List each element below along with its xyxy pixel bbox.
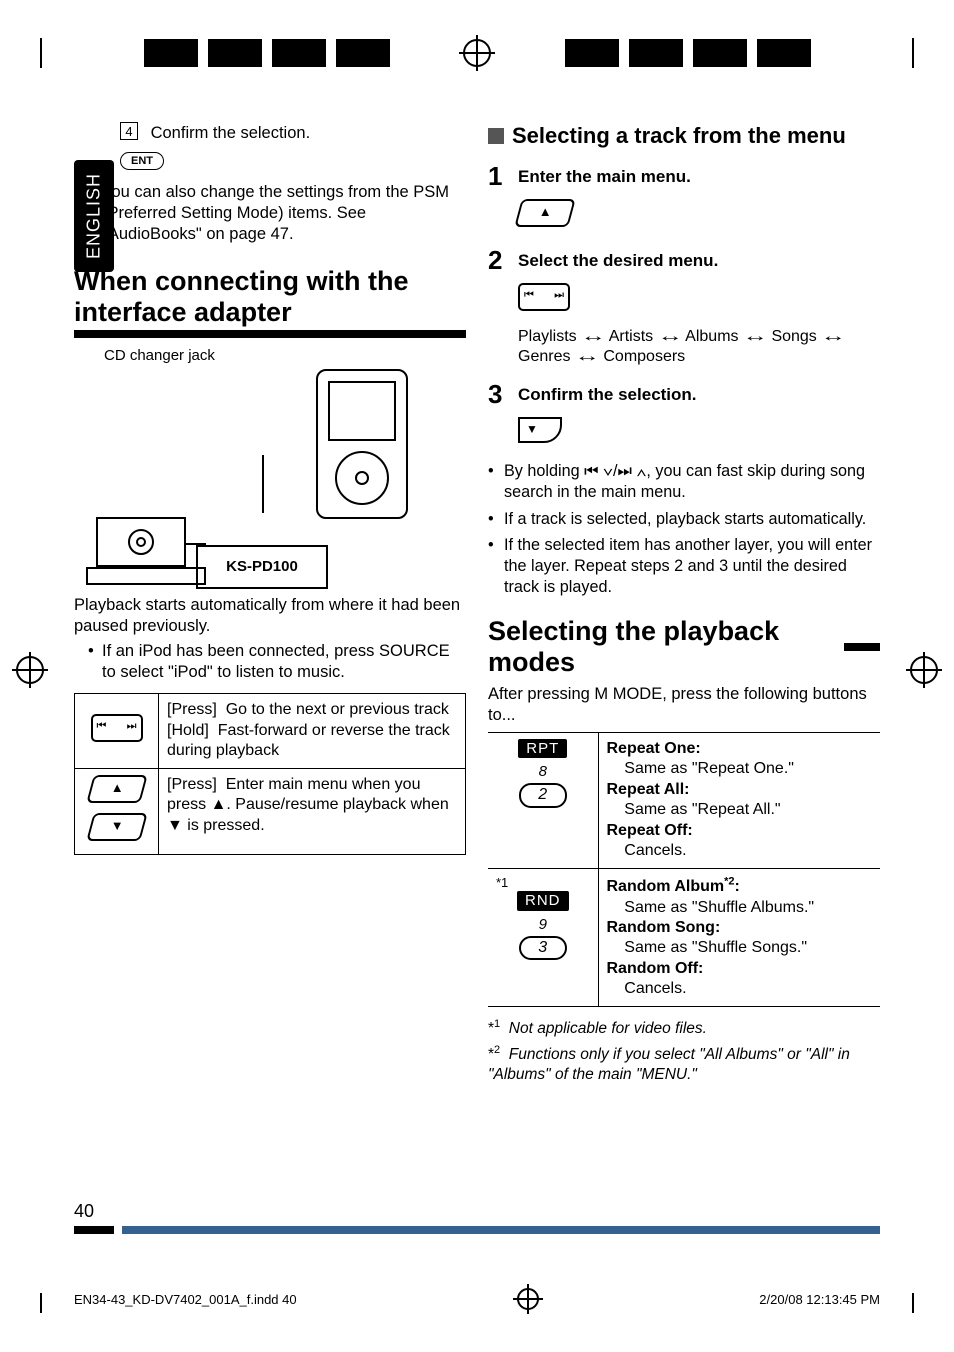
ent-button-graphic: ENT	[120, 152, 164, 170]
note-auto-play: If a track is selected, playback starts …	[488, 509, 880, 530]
crop-marks-bottom	[0, 1298, 954, 1308]
footnotes: *1 Not applicable for video files. *2 Fu…	[488, 1017, 880, 1085]
mode-line-title: Repeat One:	[607, 740, 701, 757]
diagram-label: CD changer jack	[104, 346, 466, 365]
up-button-icon	[514, 199, 576, 227]
mode-line-title: Random Song:	[607, 919, 721, 936]
section-bullet-icon	[488, 128, 504, 144]
modes-table: RPT 8 2 Repeat One: Same as "Repeat One.…	[488, 732, 880, 1007]
color-blocks-right	[565, 39, 811, 67]
step-number: 3	[488, 378, 508, 411]
rocker-button-icon	[518, 283, 570, 311]
head-unit-icon	[86, 511, 206, 585]
rnd-label: RND	[517, 891, 569, 910]
action-key: [Press]	[167, 701, 217, 718]
registration-mark-right	[910, 656, 938, 684]
step-text: Select the desired menu.	[518, 250, 718, 272]
table-row: [Press] Go to the next or previous track…	[75, 694, 466, 768]
heading-bar	[844, 643, 880, 651]
playback-auto-text: Playback starts automatically from where…	[74, 595, 466, 637]
ipod-source-note: If an iPod has been connected, press SOU…	[88, 641, 466, 683]
footnote-1: Not applicable for video files.	[509, 1020, 707, 1037]
mode-line-text: Same as "Shuffle Albums."	[624, 899, 814, 916]
mode-sup: *1	[496, 875, 590, 892]
registration-mark-left	[16, 656, 44, 684]
step-number: 2	[488, 244, 508, 277]
menu-cycle: Playlists ↔ Artists ↔ Albums ↔ Songs ↔ G…	[518, 327, 880, 368]
mode-line-title: Random Album*2:	[607, 878, 740, 895]
playback-modes-intro: After pressing M MODE, press the followi…	[488, 684, 880, 726]
crop-marks-top	[0, 36, 954, 70]
rocker-button-icon	[91, 714, 143, 742]
mode-line-text: Cancels.	[624, 842, 686, 859]
ipod-icon	[316, 369, 408, 519]
num-button-icon: 2	[519, 783, 567, 807]
mode-line-text: Same as "Shuffle Songs."	[624, 939, 807, 956]
down-button-icon	[86, 813, 148, 841]
down-button-icon	[518, 417, 562, 443]
psm-note: You can also change the settings from th…	[88, 182, 466, 245]
table-row: RPT 8 2 Repeat One: Same as "Repeat One.…	[488, 732, 880, 868]
heading-interface-adapter: When connecting with the interface adapt…	[74, 266, 466, 328]
page-number: 40	[74, 1201, 94, 1221]
action-key: [Press]	[167, 776, 217, 793]
registration-mark	[463, 39, 491, 67]
step-4-text: Confirm the selection.	[151, 124, 311, 142]
action-text: Fast-forward or reverse the track during…	[167, 722, 450, 759]
mode-line-title: Repeat All:	[607, 781, 690, 798]
control-table: [Press] Go to the next or previous track…	[74, 693, 466, 854]
mode-line-text: Same as "Repeat All."	[624, 801, 780, 818]
mode-line-text: Cancels.	[624, 980, 686, 997]
up-button-icon	[86, 775, 148, 803]
heading-playback-modes: Selecting the playback modes	[488, 616, 836, 678]
page-footer: 40	[74, 1201, 880, 1234]
step-text: Enter the main menu.	[518, 166, 691, 188]
step-number: 1	[488, 160, 508, 193]
note-fast-skip: By holding ⏮ ∨/⏭ ∧, you can fast skip du…	[488, 461, 880, 502]
step-4: 4 Confirm the selection.	[120, 122, 466, 144]
action-text: Go to the next or previous track	[226, 701, 449, 718]
crop-tick	[912, 38, 914, 68]
footnote-2: Functions only if you select "All Albums…	[488, 1046, 850, 1083]
connection-diagram: KS-PD100	[84, 369, 414, 589]
action-key: [Hold]	[167, 722, 209, 739]
color-blocks-left	[144, 39, 390, 67]
rpt-label: RPT	[518, 739, 567, 758]
mode-line-title: Repeat Off:	[607, 822, 693, 839]
table-row: *1 RND 9 3 Random Album*2: Same as "Shuf…	[488, 868, 880, 1006]
crop-tick	[40, 38, 42, 68]
note-layer: If the selected item has another layer, …	[488, 535, 880, 597]
mode-digit: 9	[496, 915, 590, 934]
mode-line-title: Random Off:	[607, 960, 704, 977]
num-button-icon: 3	[519, 936, 567, 960]
step-number-box: 4	[120, 122, 138, 140]
table-row: [Press] Enter main menu when you press ▲…	[75, 768, 466, 854]
heading-underline	[74, 330, 466, 338]
heading-select-track: Selecting a track from the menu	[512, 122, 846, 150]
cd-changer-jack-icon	[128, 529, 154, 555]
mode-line-text: Same as "Repeat One."	[624, 760, 794, 777]
adapter-box: KS-PD100	[196, 545, 328, 589]
mode-digit: 8	[496, 762, 590, 781]
step-text: Confirm the selection.	[518, 384, 697, 406]
